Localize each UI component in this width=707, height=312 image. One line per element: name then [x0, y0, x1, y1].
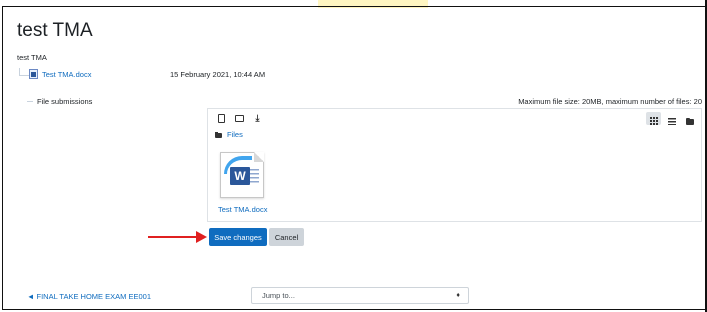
grid-view-button[interactable]: [646, 112, 661, 125]
create-folder-button[interactable]: [234, 113, 245, 124]
folder-icon: [235, 115, 244, 122]
red-arrow-icon: [148, 231, 207, 243]
word-file-icon: [29, 69, 38, 79]
select-caret-icon: ♦: [456, 292, 460, 299]
previous-activity-link[interactable]: ◄ FINAL TAKE HOME EXAM EE001: [27, 292, 151, 301]
download-button[interactable]: ⤓: [252, 113, 263, 124]
file-submissions-label: File submissions: [37, 97, 93, 106]
submitted-file-link[interactable]: Test TMA.docx: [42, 70, 91, 79]
file-picker: ⤓ Files W Test TMA.docx: [207, 108, 702, 222]
save-changes-button[interactable]: Save changes: [209, 228, 267, 246]
download-icon: ⤓: [255, 113, 260, 123]
list-view-button[interactable]: [664, 112, 679, 125]
tree-view-button[interactable]: [682, 112, 697, 125]
jump-to-select[interactable]: Jump to... ♦: [251, 287, 469, 304]
file-thumbnail[interactable]: W: [216, 152, 267, 200]
list-view-icon: [667, 118, 676, 125]
word-document-icon: W: [220, 152, 264, 198]
add-file-button[interactable]: [216, 113, 227, 124]
max-file-info: Maximum file size: 20MB, maximum number …: [518, 97, 702, 106]
tree-view-icon: [685, 117, 694, 125]
intro-text: test TMA: [17, 53, 47, 62]
file-name-caption[interactable]: Test TMA.docx: [218, 205, 267, 214]
page-title: test TMA: [17, 20, 93, 41]
cancel-button[interactable]: Cancel: [269, 228, 304, 246]
grid-view-icon: [649, 117, 658, 125]
file-icon: [218, 114, 225, 123]
label-connector: [27, 101, 33, 102]
file-picker-toolbar: ⤓: [208, 109, 701, 129]
jump-to-label: Jump to...: [262, 291, 295, 300]
folder-path-icon: [215, 131, 222, 138]
submitted-file-date: 15 February 2021, 10:44 AM: [170, 70, 266, 79]
files-path-link[interactable]: Files: [227, 130, 243, 139]
